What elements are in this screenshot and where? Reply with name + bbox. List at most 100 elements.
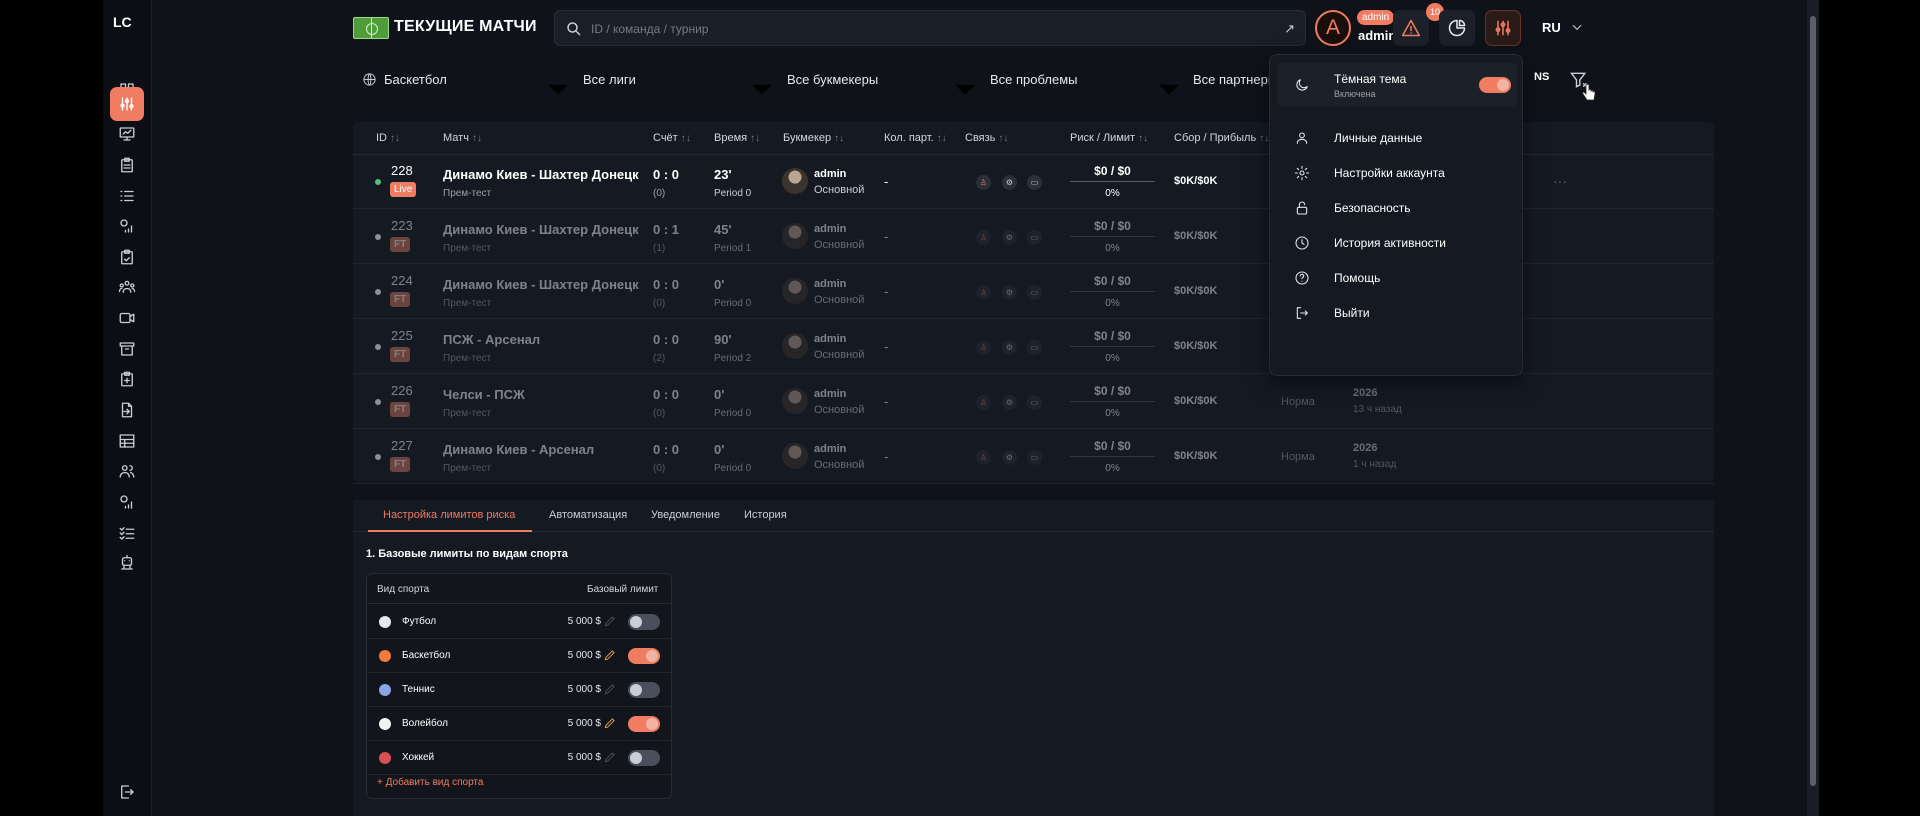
user-link-icon[interactable]: ♙ [976,175,991,190]
user-settings-icon[interactable]: ⚙ [1002,285,1017,300]
user-settings-icon[interactable]: ⚙ [1002,230,1017,245]
match-name[interactable]: Динамо Киев - Шахтер Донецк [443,167,639,182]
col-link[interactable]: Связь ↑↓ [965,132,1008,144]
team-icon[interactable] [110,270,144,304]
user-settings-icon[interactable]: ⚙ [1002,450,1017,465]
sport-limit-toggle[interactable] [628,750,660,766]
language-selector[interactable]: RU [1542,20,1561,35]
sport-limit-toggle[interactable] [628,648,660,664]
col-risk[interactable]: Риск / Лимит ↑↓ [1070,132,1148,144]
tab-notifications[interactable]: Уведомление [651,509,720,521]
more-icon[interactable]: ··· [1553,173,1567,189]
match-name[interactable]: Динамо Киев - Арсенал [443,442,594,457]
video-icon[interactable]: ▭ [1027,450,1042,465]
col-score[interactable]: Счёт ↑↓ [653,132,691,144]
col-id[interactable]: ID ↑↓ [376,132,400,144]
file-import-icon[interactable] [110,393,144,427]
menu-item-help[interactable]: Помощь [1277,261,1517,295]
scrollbar-thumb[interactable] [1810,16,1816,786]
user-link-icon[interactable]: ♙ [976,395,991,410]
clipboard-icon[interactable] [110,148,144,182]
pencil-icon[interactable] [603,614,617,628]
leagues-filter[interactable]: Все лиги [583,62,636,96]
theme-toggle[interactable] [1479,77,1511,93]
avatar[interactable]: A [1315,10,1351,46]
search-input[interactable] [591,19,1251,39]
menu-item-logout[interactable]: Выйти [1277,296,1517,330]
pencil-icon[interactable] [603,716,617,730]
ns-toggle[interactable]: NS [1534,71,1549,83]
list-icon[interactable] [110,179,144,213]
sport-name: Волейбол [402,718,448,729]
report-icon[interactable] [110,240,144,274]
match-name[interactable]: Челси - ПСЖ [443,387,525,402]
video-icon[interactable]: ▭ [1027,230,1042,245]
exit-app-icon[interactable] [110,775,144,809]
sport-filter[interactable]: Баскетбол [362,62,447,96]
search-box[interactable]: ↗ [554,10,1306,46]
sport-limit-toggle[interactable] [628,716,660,732]
analytics-ball-icon[interactable] [110,485,144,519]
problems-filter[interactable]: Все проблемы [990,62,1077,96]
match-name[interactable]: Динамо Киев - Шахтер Донецк [443,222,639,237]
sport-limit-toggle[interactable] [628,614,660,630]
sport-limit-toggle[interactable] [628,682,660,698]
tab-risk-limits[interactable]: Настройка лимитов риска [383,509,515,521]
menu-item-security[interactable]: Безопасность [1277,191,1517,225]
user-link-icon[interactable]: ♙ [976,230,991,245]
col-time[interactable]: Время ↑↓ [714,132,760,144]
alerts-button[interactable] [1393,10,1429,46]
dark-theme-item[interactable]: Тёмная тема Включена [1277,63,1517,107]
pencil-icon[interactable] [603,682,617,696]
col-match[interactable]: Матч ↑↓ [443,132,482,144]
sliders-icon[interactable] [110,87,144,121]
add-sport-button[interactable]: + Добавить вид спорта [377,777,483,788]
chevron-down-icon[interactable] [1152,72,1186,106]
col-bookmaker[interactable]: Букмекер ↑↓ [783,132,844,144]
partners-filter[interactable]: Все партнеры [1193,62,1277,96]
archive-icon[interactable] [110,332,144,366]
reports-button[interactable] [1439,10,1475,46]
settings-button[interactable] [1485,10,1521,46]
stats-ball-icon[interactable] [110,209,144,243]
user-link-icon[interactable]: ♙ [976,285,991,300]
col-fee[interactable]: Сбор / Прибыль ↑↓ [1174,132,1269,144]
menu-item-activity-history[interactable]: История активности [1277,226,1517,260]
page-scrollbar[interactable] [1807,0,1819,816]
user-settings-icon[interactable]: ⚙ [1002,175,1017,190]
monitor-icon[interactable] [110,117,144,151]
col-partners[interactable]: Кол. парт. ↑↓ [884,132,947,144]
user-name[interactable]: admin [1358,28,1396,43]
menu-item-profile[interactable]: Личные данные [1277,121,1517,155]
users-icon[interactable] [110,454,144,488]
menu-item-account-settings[interactable]: Настройки аккаунта [1277,156,1517,190]
match-name[interactable]: Динамо Киев - Шахтер Донецк [443,277,639,292]
chevron-down-icon[interactable] [541,72,575,106]
user-link-icon[interactable]: ♙ [976,340,991,355]
video-icon[interactable]: ▭ [1027,340,1042,355]
video-icon[interactable]: ▭ [1027,395,1042,410]
checklist-icon[interactable] [110,516,144,550]
pencil-icon[interactable] [603,750,617,764]
user-settings-icon[interactable]: ⚙ [1002,395,1017,410]
tab-automation[interactable]: Автоматизация [549,509,627,521]
app-logo[interactable]: LC [113,14,132,30]
pencil-icon[interactable] [603,648,617,662]
video-icon[interactable]: ▭ [1027,175,1042,190]
table-row[interactable]: 227 FT Динамо Киев - Арсенал Прем-тест 0 : 0… [353,430,1714,484]
video-icon[interactable]: ▭ [1027,285,1042,300]
open-search-icon[interactable]: ↗ [1284,21,1295,37]
chevron-down-icon[interactable] [948,72,982,106]
chevron-down-icon[interactable] [1570,20,1584,34]
user-settings-icon[interactable]: ⚙ [1002,340,1017,355]
match-name[interactable]: ПСЖ - Арсенал [443,332,540,347]
clipboard-plus-icon[interactable] [110,362,144,396]
table-icon[interactable] [110,424,144,458]
bookmakers-filter[interactable]: Все букмекеры [787,62,878,96]
user-link-icon[interactable]: ♙ [976,450,991,465]
robot-icon[interactable] [110,546,144,580]
tab-history[interactable]: История [744,509,787,521]
table-row[interactable]: 226 FT Челси - ПСЖ Прем-тест 0 : 0 (0) 0' Perio… [353,375,1714,429]
video-icon[interactable] [110,301,144,335]
chevron-down-icon[interactable] [745,72,779,106]
